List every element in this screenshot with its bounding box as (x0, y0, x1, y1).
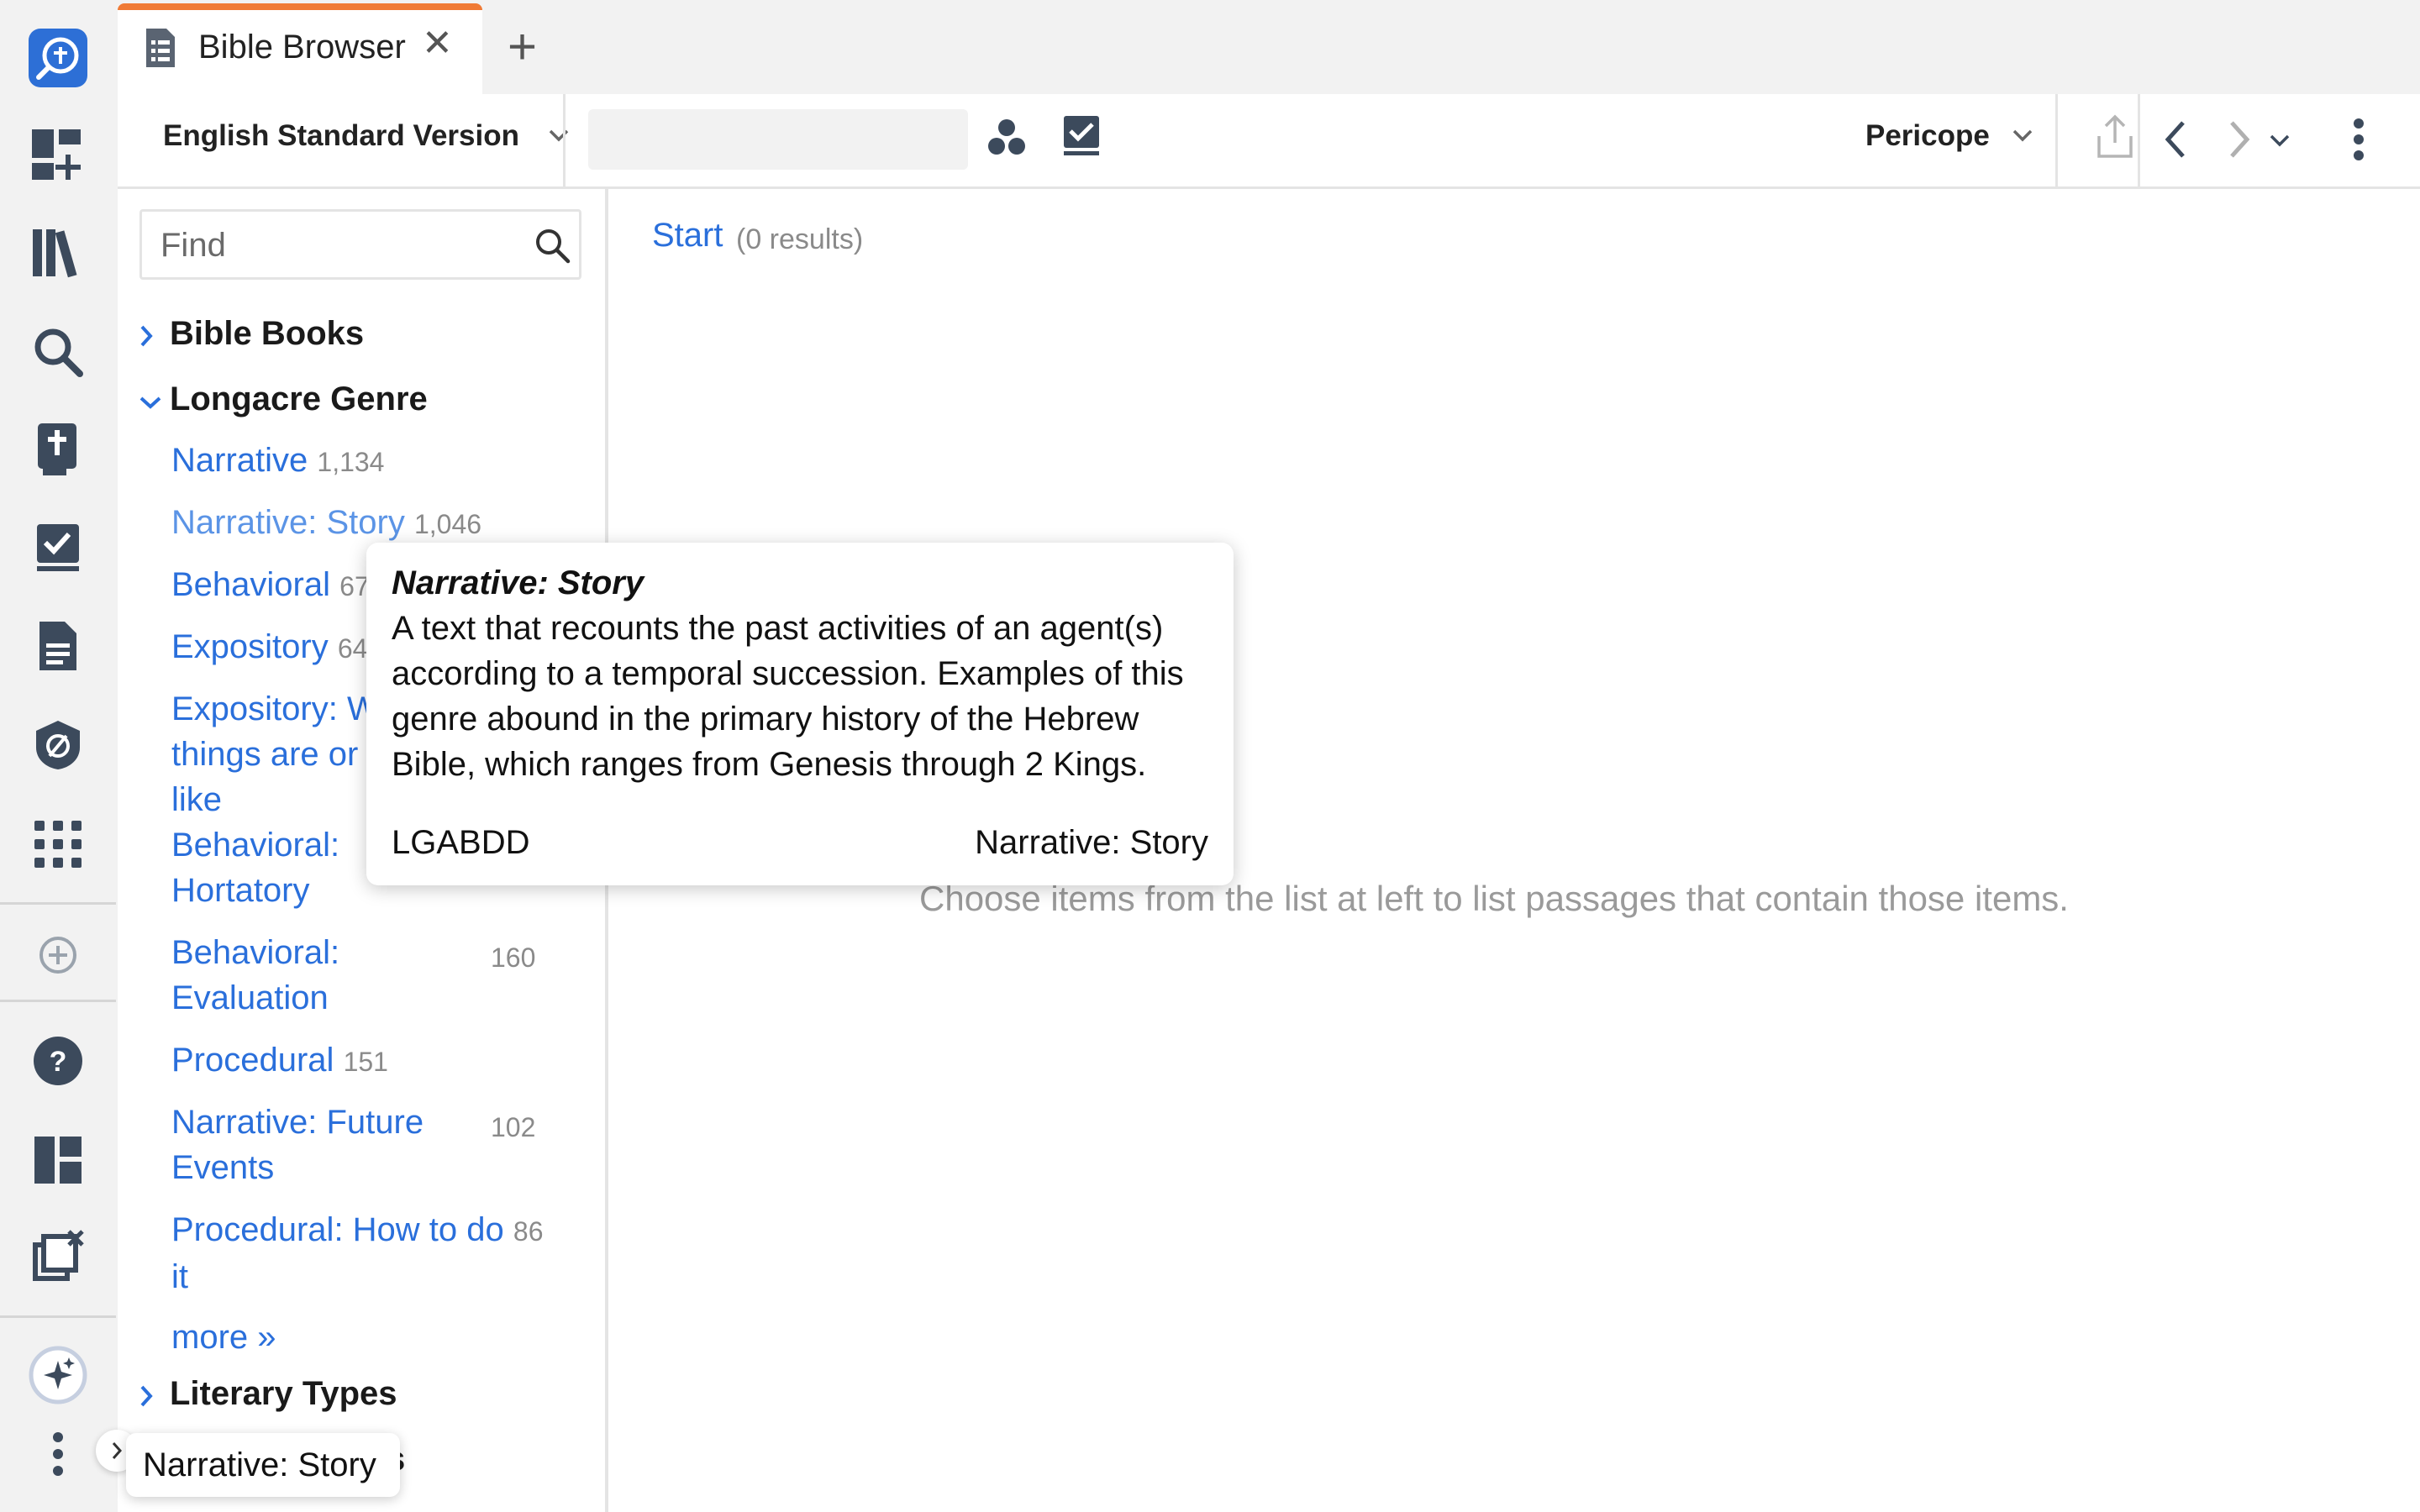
item-label-line: Events (171, 1149, 275, 1186)
rail-divider (0, 1000, 116, 1002)
tooltip-name: Narrative: Story (975, 824, 1208, 861)
list-item[interactable]: Behavioral: Evaluation 160 (171, 930, 575, 1021)
item-count: 86 (513, 1216, 544, 1247)
add-tab-button[interactable]: + (508, 22, 537, 72)
section-bible-books[interactable]: Bible Books (170, 315, 364, 353)
list-item[interactable]: Behavioral: Hortatory (171, 822, 339, 913)
tooltip-body: A text that recounts the past activities… (392, 610, 1184, 783)
back-arrow-icon[interactable] (2163, 119, 2188, 164)
section-longacre-genre[interactable]: Longacre Genre (170, 381, 428, 418)
close-icon[interactable]: ✕ (422, 25, 453, 62)
library-icon[interactable] (29, 223, 87, 282)
start-link[interactable]: Start (652, 217, 723, 255)
rail-divider (0, 902, 116, 905)
shield-icon[interactable] (29, 716, 87, 774)
chevron-down-icon (548, 128, 570, 147)
item-count: 160 (491, 942, 536, 973)
visual-filter-icon[interactable] (986, 118, 1027, 162)
item-label-line: things are or (171, 736, 359, 773)
list-item[interactable]: Expository 64 (171, 624, 367, 671)
item-count: 151 (343, 1047, 388, 1077)
add-dashboard-icon[interactable] (29, 126, 87, 185)
item-label: Behavioral (171, 566, 331, 603)
item-count: 102 (491, 1112, 536, 1142)
chevron-right-icon[interactable] (138, 1383, 155, 1413)
list-item[interactable]: Behavioral 67 (171, 562, 370, 609)
rail-tooltip: Narrative: Story (126, 1433, 400, 1497)
toolbar-divider (563, 94, 566, 186)
item-count: 64 (337, 633, 368, 664)
item-label-line: Procedural: How to do (171, 1211, 504, 1248)
toolbar-divider (2138, 94, 2140, 186)
section-literary-types[interactable]: Literary Types (170, 1375, 397, 1413)
item-label-line: it (171, 1258, 188, 1295)
history-dropdown-icon[interactable] (2269, 133, 2291, 152)
item-tooltip: Narrative: Story A text that recounts th… (366, 543, 1234, 885)
item-count: 1,134 (317, 447, 385, 477)
search-icon[interactable] (534, 227, 571, 268)
ai-sparkle-icon[interactable] (29, 1346, 87, 1404)
item-label-line: Evaluation (171, 979, 329, 1016)
layout-icon[interactable] (29, 1131, 87, 1189)
list-item[interactable]: Procedural 151 (171, 1037, 388, 1084)
chevron-right-icon (112, 1442, 123, 1459)
tooltip-title: Narrative: Story (392, 564, 644, 601)
more-vertical-icon[interactable] (29, 1425, 87, 1483)
chevron-right-icon[interactable] (138, 323, 155, 353)
rail-divider (0, 1315, 116, 1318)
logos-logo-icon[interactable] (29, 29, 87, 87)
list-item[interactable]: Procedural: How to do 86 it (171, 1207, 575, 1299)
document-icon (145, 27, 176, 73)
document-icon[interactable] (29, 617, 87, 675)
item-label: Procedural (171, 1042, 334, 1079)
reference-input[interactable] (588, 109, 968, 170)
item-label: Narrative (171, 442, 308, 479)
item-label: Narrative: Story (171, 504, 405, 541)
results-count: (0 results) (736, 223, 864, 255)
item-count: 1,046 (413, 509, 482, 539)
toolbar-divider (2055, 94, 2058, 186)
search-icon[interactable] (29, 323, 87, 381)
chevron-down-icon[interactable] (138, 394, 163, 415)
tooltip-code: LGABDD (392, 824, 530, 861)
app-rail: ? (0, 0, 116, 1512)
apps-grid-icon[interactable] (29, 815, 87, 874)
list-item[interactable]: Narrative 1,134 (171, 438, 384, 485)
bible-icon[interactable] (29, 420, 87, 479)
chevron-down-icon (2012, 128, 2033, 147)
version-label: English Standard Version (163, 119, 519, 152)
item-label-line: like (171, 781, 223, 818)
add-circle-icon[interactable] (29, 926, 87, 984)
forward-arrow-icon[interactable] (2227, 119, 2252, 164)
tab-bible-browser[interactable]: Bible Browser ✕ (118, 3, 482, 94)
view-label: Pericope (1865, 119, 1990, 152)
item-count: 67 (339, 571, 370, 601)
item-label-line: Hortatory (171, 872, 310, 909)
toolbar: English Standard Version Pericope (118, 94, 2420, 189)
more-link[interactable]: more » (171, 1315, 276, 1360)
checklist-icon[interactable] (1062, 114, 1101, 162)
help-icon[interactable]: ? (29, 1032, 87, 1090)
share-icon[interactable] (2094, 114, 2136, 164)
more-options-icon[interactable] (2353, 118, 2365, 165)
find-input[interactable] (159, 223, 515, 267)
svg-text:?: ? (50, 1046, 67, 1078)
view-dropdown[interactable]: Pericope (1865, 94, 2059, 186)
find-field[interactable] (139, 209, 581, 280)
close-windows-icon[interactable] (29, 1226, 87, 1285)
list-item[interactable]: Expository: W things are or like (171, 686, 379, 822)
tab-title: Bible Browser (198, 29, 406, 66)
version-dropdown[interactable]: English Standard Version (163, 94, 650, 186)
checklist-icon[interactable] (29, 519, 87, 578)
list-item[interactable]: Narrative: Story 1,046 (171, 500, 481, 547)
list-item[interactable]: Narrative: Future Events 102 (171, 1100, 575, 1190)
item-label: Expository (171, 628, 329, 665)
item-label-line: Behavioral: (171, 827, 340, 864)
item-label-line: Expository: W (171, 690, 379, 727)
